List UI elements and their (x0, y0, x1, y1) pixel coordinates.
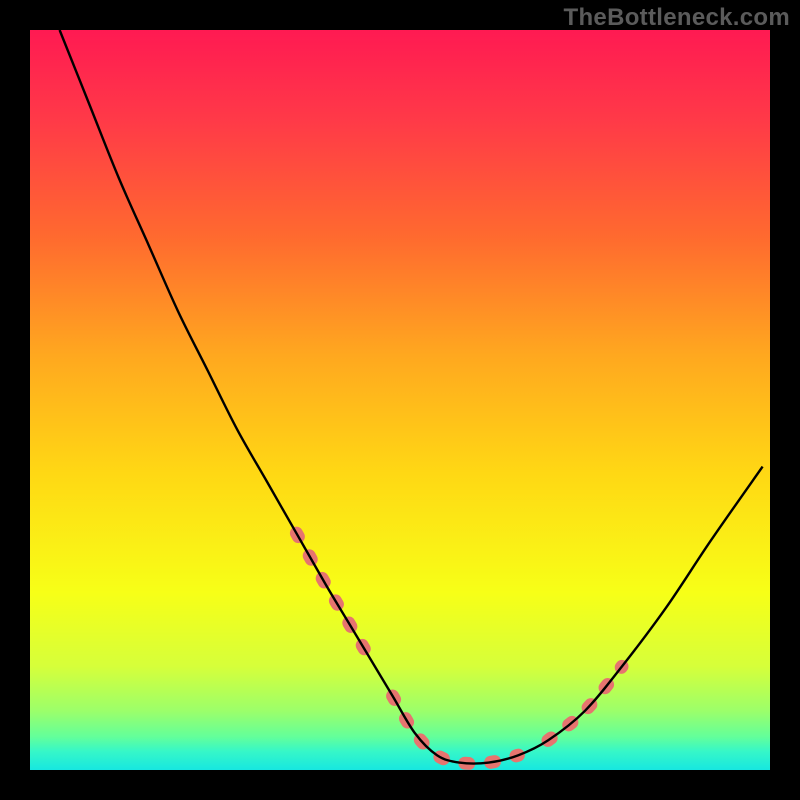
watermark-text: TheBottleneck.com (564, 4, 790, 32)
chart-frame: TheBottleneck.com (0, 0, 800, 800)
plot-background (30, 30, 770, 770)
bottleneck-chart (0, 0, 800, 800)
